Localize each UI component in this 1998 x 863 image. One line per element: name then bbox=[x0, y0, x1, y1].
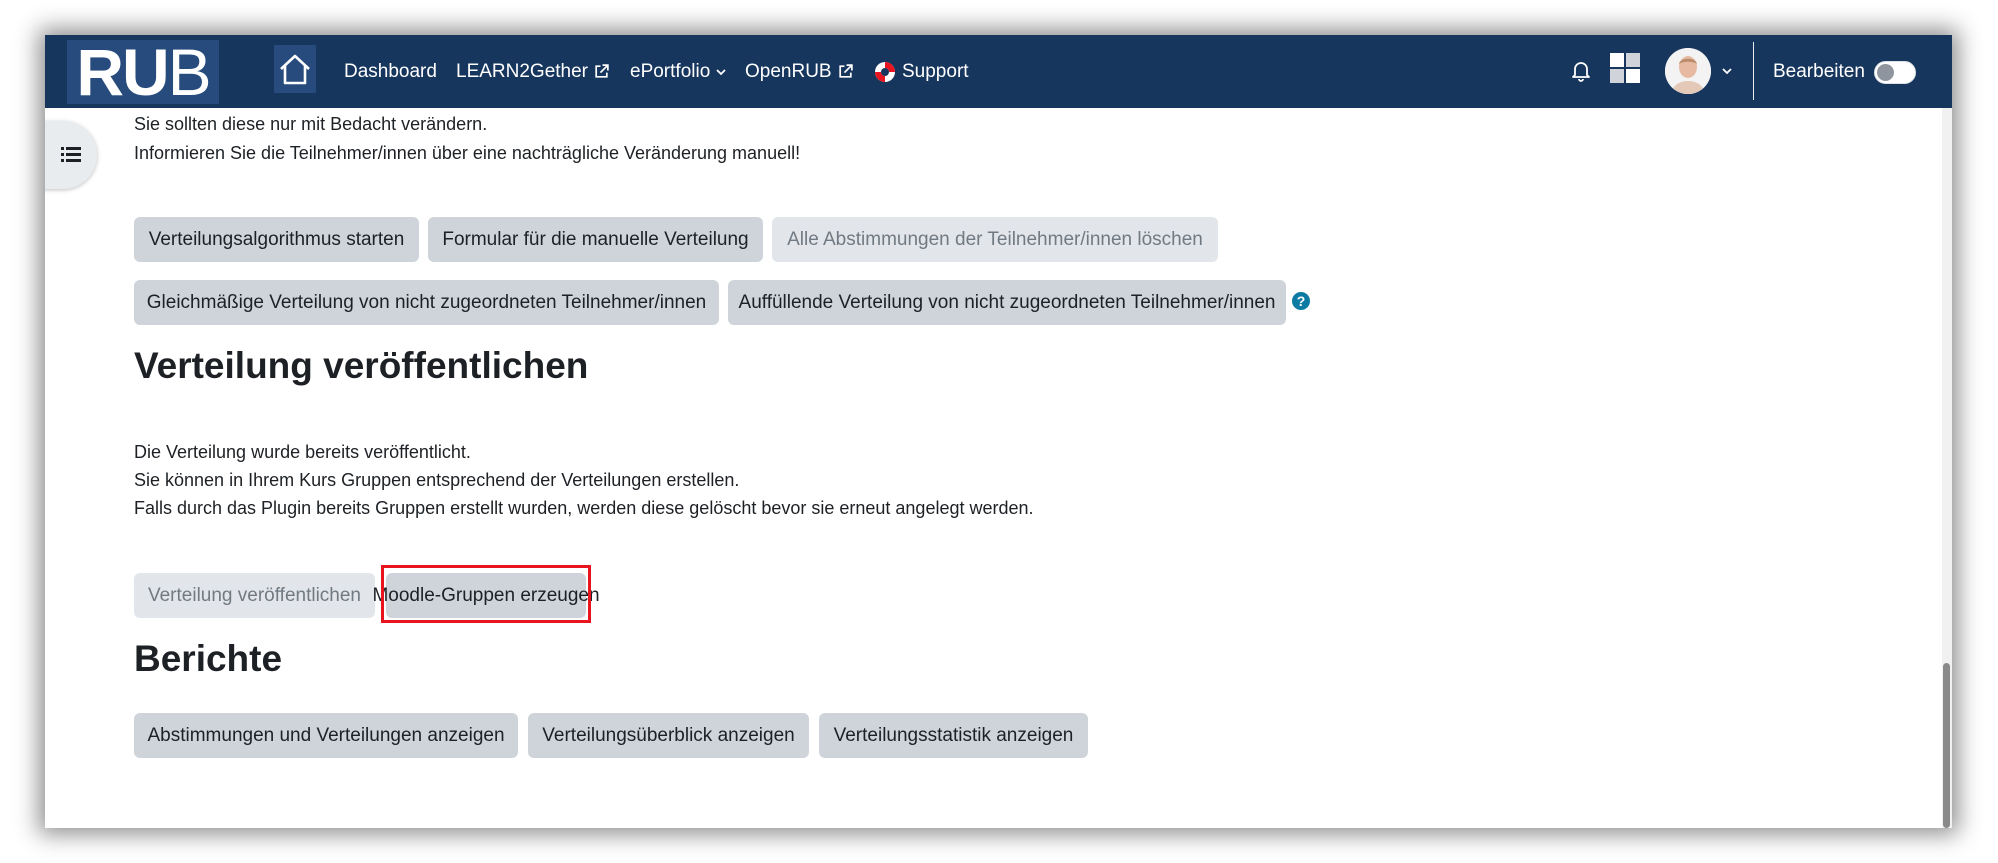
create-moodle-groups-button[interactable]: Moodle-Gruppen erzeugen bbox=[372, 573, 600, 618]
user-photo-icon bbox=[1665, 48, 1711, 94]
edit-mode-label: Bearbeiten bbox=[1773, 60, 1865, 82]
navbar-divider bbox=[1753, 42, 1754, 100]
start-algorithm-button[interactable]: Verteilungsalgorithmus starten bbox=[134, 217, 419, 262]
nav-support[interactable]: Support bbox=[874, 35, 969, 108]
publish-text-line-3: Falls durch das Plugin bereits Gruppen e… bbox=[134, 498, 1034, 518]
publish-heading: Verteilung veröffentlichen bbox=[134, 345, 589, 386]
even-distribution-button[interactable]: Gleichmäßige Verteilung von nicht zugeor… bbox=[134, 280, 719, 325]
intro-text-line-1: Sie sollten diese nur mit Bedacht veränd… bbox=[134, 114, 488, 134]
browser-window: RUB Dashboard LEARN2Gether ePortfolio Op… bbox=[45, 35, 1952, 828]
top-navbar: RUB Dashboard LEARN2Gether ePortfolio Op… bbox=[45, 35, 1952, 108]
user-avatar[interactable] bbox=[1665, 48, 1711, 94]
rub-logo[interactable]: RUB bbox=[67, 39, 219, 105]
publish-text-line-2: Sie können in Ihrem Kurs Gruppen entspre… bbox=[134, 470, 740, 490]
publish-text-line-1: Die Verteilung wurde bereits veröffentli… bbox=[134, 442, 471, 462]
scrollbar-thumb[interactable] bbox=[1943, 663, 1950, 828]
nav-openrub[interactable]: OpenRUB bbox=[745, 35, 854, 108]
nav-learn2gether-label: LEARN2Gether bbox=[456, 60, 589, 82]
edit-mode-toggle[interactable] bbox=[1874, 61, 1916, 84]
reports-heading: Berichte bbox=[134, 638, 283, 679]
delete-votes-button[interactable]: Alle Abstimmungen der Teilnehmer/innen l… bbox=[772, 217, 1218, 262]
show-overview-button[interactable]: Verteilungsüberblick anzeigen bbox=[528, 713, 809, 758]
external-link-icon bbox=[838, 64, 853, 78]
fill-distribution-button[interactable]: Auffüllende Verteilung von nicht zugeord… bbox=[728, 280, 1286, 325]
home-icon bbox=[280, 54, 310, 85]
show-statistics-button[interactable]: Verteilungsstatistik anzeigen bbox=[819, 713, 1088, 758]
help-icon[interactable]: ? bbox=[1292, 292, 1310, 310]
manual-distribution-button[interactable]: Formular für die manuelle Verteilung bbox=[428, 217, 763, 262]
nav-eportfolio-label: ePortfolio bbox=[630, 60, 711, 82]
logo-text-light: B bbox=[167, 35, 212, 109]
lifebuoy-icon bbox=[875, 61, 895, 82]
list-icon bbox=[61, 147, 81, 162]
grid-icon bbox=[1610, 53, 1640, 83]
external-link-icon bbox=[595, 64, 609, 78]
notifications-button[interactable] bbox=[1567, 57, 1595, 85]
nav-dashboard[interactable]: Dashboard bbox=[344, 35, 437, 108]
intro-text-line-2: Informieren Sie die Teilnehmer/innen übe… bbox=[134, 143, 801, 163]
course-index-toggle[interactable] bbox=[45, 121, 97, 189]
bell-icon bbox=[1572, 62, 1590, 82]
toggle-knob bbox=[1877, 64, 1894, 81]
app-grid-button[interactable] bbox=[1609, 52, 1641, 84]
chevron-down-icon bbox=[1722, 68, 1732, 75]
nav-learn2gether[interactable]: LEARN2Gether bbox=[456, 35, 610, 108]
chevron-down-icon bbox=[716, 68, 726, 75]
nav-eportfolio[interactable]: ePortfolio bbox=[630, 35, 727, 108]
nav-openrub-label: OpenRUB bbox=[745, 60, 832, 82]
logo-text-bold: RU bbox=[76, 35, 169, 109]
publish-distribution-button[interactable]: Verteilung veröffentlichen bbox=[134, 573, 375, 618]
user-menu-toggle[interactable] bbox=[1719, 63, 1735, 79]
home-button[interactable] bbox=[274, 45, 316, 93]
nav-support-label: Support bbox=[902, 60, 969, 82]
show-votes-button[interactable]: Abstimmungen und Verteilungen anzeigen bbox=[134, 713, 518, 758]
